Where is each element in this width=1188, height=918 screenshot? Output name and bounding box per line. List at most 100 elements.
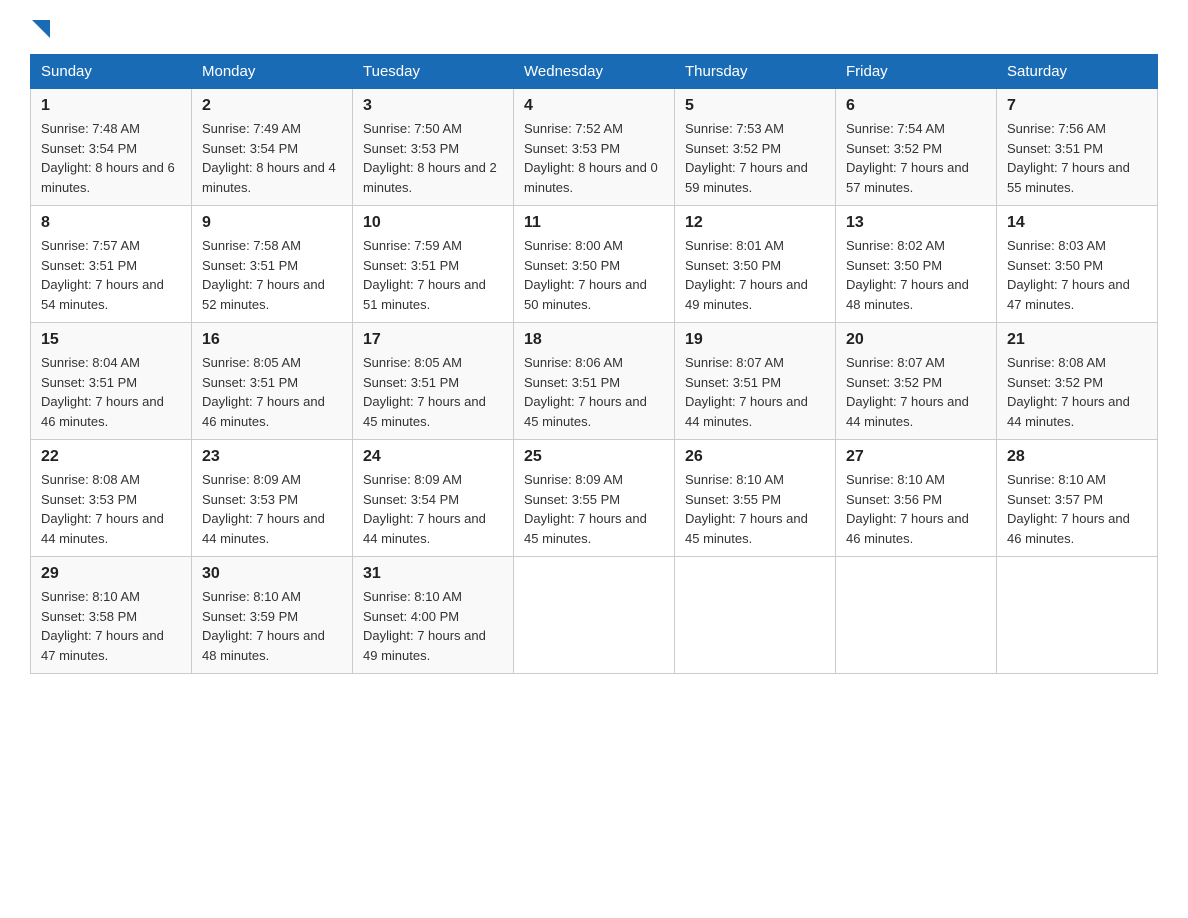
header-friday: Friday <box>836 55 997 89</box>
calendar-cell: 23 Sunrise: 8:09 AMSunset: 3:53 PMDayligh… <box>192 440 353 557</box>
week-row-3: 15 Sunrise: 8:04 AMSunset: 3:51 PMDayligh… <box>31 323 1158 440</box>
day-number: 13 <box>846 214 986 232</box>
day-info: Sunrise: 7:58 AMSunset: 3:51 PMDaylight:… <box>202 236 342 314</box>
calendar-cell: 5Sunrise: 7:53 AMSunset: 3:52 PMDaylight… <box>675 89 836 206</box>
calendar-cell: 31 Sunrise: 8:10 AMSunset: 4:00 PMDayligh… <box>353 557 514 674</box>
day-info: Sunrise: 8:09 AMSunset: 3:53 PMDaylight:… <box>202 470 342 548</box>
week-row-4: 22 Sunrise: 8:08 AMSunset: 3:53 PMDayligh… <box>31 440 1158 557</box>
calendar-cell: 25 Sunrise: 8:09 AMSunset: 3:55 PMDayligh… <box>514 440 675 557</box>
calendar-cell: 22 Sunrise: 8:08 AMSunset: 3:53 PMDayligh… <box>31 440 192 557</box>
day-info: Sunrise: 8:10 AMSunset: 3:59 PMDaylight:… <box>202 587 342 665</box>
day-number: 18 <box>524 331 664 349</box>
day-number: 1 <box>41 97 181 115</box>
day-number: 10 <box>363 214 503 232</box>
calendar-cell: 17 Sunrise: 8:05 AMSunset: 3:51 PMDayligh… <box>353 323 514 440</box>
day-info: Sunrise: 8:03 AMSunset: 3:50 PMDaylight:… <box>1007 236 1147 314</box>
day-number: 17 <box>363 331 503 349</box>
day-info: Sunrise: 8:10 AMSunset: 4:00 PMDaylight:… <box>363 587 503 665</box>
day-info: Sunrise: 7:59 AMSunset: 3:51 PMDaylight:… <box>363 236 503 314</box>
calendar-cell: 19Sunrise: 8:07 AMSunset: 3:51 PMDayligh… <box>675 323 836 440</box>
day-number: 7 <box>1007 97 1147 115</box>
header-monday: Monday <box>192 55 353 89</box>
calendar-cell: 30Sunrise: 8:10 AMSunset: 3:59 PMDayligh… <box>192 557 353 674</box>
day-info: Sunrise: 8:00 AMSunset: 3:50 PMDaylight:… <box>524 236 664 314</box>
day-info: Sunrise: 7:54 AMSunset: 3:52 PMDaylight:… <box>846 119 986 197</box>
day-number: 12 <box>685 214 825 232</box>
day-number: 27 <box>846 448 986 466</box>
day-number: 31 <box>363 565 503 583</box>
calendar-cell: 26 Sunrise: 8:10 AMSunset: 3:55 PMDayligh… <box>675 440 836 557</box>
header-wednesday: Wednesday <box>514 55 675 89</box>
day-number: 20 <box>846 331 986 349</box>
calendar-cell <box>836 557 997 674</box>
calendar-cell: 9 Sunrise: 7:58 AMSunset: 3:51 PMDaylight… <box>192 206 353 323</box>
calendar-cell: 14 Sunrise: 8:03 AMSunset: 3:50 PMDayligh… <box>997 206 1158 323</box>
day-info: Sunrise: 8:08 AMSunset: 3:52 PMDaylight:… <box>1007 353 1147 431</box>
day-number: 23 <box>202 448 342 466</box>
day-info: Sunrise: 7:53 AMSunset: 3:52 PMDaylight:… <box>685 119 825 197</box>
day-info: Sunrise: 8:06 AMSunset: 3:51 PMDaylight:… <box>524 353 664 431</box>
header-saturday: Saturday <box>997 55 1158 89</box>
day-info: Sunrise: 7:48 AMSunset: 3:54 PMDaylight:… <box>41 119 181 197</box>
calendar-cell: 4 Sunrise: 7:52 AMSunset: 3:53 PMDaylight… <box>514 89 675 206</box>
day-number: 28 <box>1007 448 1147 466</box>
day-number: 29 <box>41 565 181 583</box>
calendar-cell: 1 Sunrise: 7:48 AMSunset: 3:54 PMDaylight… <box>31 89 192 206</box>
day-info: Sunrise: 8:09 AMSunset: 3:54 PMDaylight:… <box>363 470 503 548</box>
week-row-1: 1 Sunrise: 7:48 AMSunset: 3:54 PMDaylight… <box>31 89 1158 206</box>
calendar-cell: 12 Sunrise: 8:01 AMSunset: 3:50 PMDayligh… <box>675 206 836 323</box>
day-info: Sunrise: 8:10 AMSunset: 3:56 PMDaylight:… <box>846 470 986 548</box>
day-info: Sunrise: 8:08 AMSunset: 3:53 PMDaylight:… <box>41 470 181 548</box>
day-info: Sunrise: 8:10 AMSunset: 3:55 PMDaylight:… <box>685 470 825 548</box>
day-number: 25 <box>524 448 664 466</box>
day-number: 14 <box>1007 214 1147 232</box>
calendar-cell: 8 Sunrise: 7:57 AMSunset: 3:51 PMDaylight… <box>31 206 192 323</box>
calendar-cell: 16 Sunrise: 8:05 AMSunset: 3:51 PMDayligh… <box>192 323 353 440</box>
calendar-cell: 3Sunrise: 7:50 AMSunset: 3:53 PMDaylight… <box>353 89 514 206</box>
day-info: Sunrise: 8:04 AMSunset: 3:51 PMDaylight:… <box>41 353 181 431</box>
day-info: Sunrise: 8:05 AMSunset: 3:51 PMDaylight:… <box>202 353 342 431</box>
day-number: 26 <box>685 448 825 466</box>
logo <box>30 20 51 36</box>
day-number: 16 <box>202 331 342 349</box>
day-number: 2 <box>202 97 342 115</box>
day-number: 8 <box>41 214 181 232</box>
day-info: Sunrise: 7:52 AMSunset: 3:53 PMDaylight:… <box>524 119 664 197</box>
day-info: Sunrise: 8:10 AMSunset: 3:58 PMDaylight:… <box>41 587 181 665</box>
calendar-cell <box>675 557 836 674</box>
calendar-cell: 13 Sunrise: 8:02 AMSunset: 3:50 PMDayligh… <box>836 206 997 323</box>
day-info: Sunrise: 8:05 AMSunset: 3:51 PMDaylight:… <box>363 353 503 431</box>
calendar-cell: 18 Sunrise: 8:06 AMSunset: 3:51 PMDayligh… <box>514 323 675 440</box>
calendar-table: SundayMondayTuesdayWednesdayThursdayFrid… <box>30 54 1158 674</box>
day-info: Sunrise: 8:07 AMSunset: 3:52 PMDaylight:… <box>846 353 986 431</box>
calendar-cell: 27 Sunrise: 8:10 AMSunset: 3:56 PMDayligh… <box>836 440 997 557</box>
day-number: 19 <box>685 331 825 349</box>
week-row-5: 29 Sunrise: 8:10 AMSunset: 3:58 PMDayligh… <box>31 557 1158 674</box>
day-number: 9 <box>202 214 342 232</box>
calendar-cell: 15 Sunrise: 8:04 AMSunset: 3:51 PMDayligh… <box>31 323 192 440</box>
calendar-cell: 2 Sunrise: 7:49 AMSunset: 3:54 PMDaylight… <box>192 89 353 206</box>
day-info: Sunrise: 7:49 AMSunset: 3:54 PMDaylight:… <box>202 119 342 197</box>
page-header <box>30 20 1158 36</box>
day-number: 15 <box>41 331 181 349</box>
day-number: 22 <box>41 448 181 466</box>
calendar-cell: 20 Sunrise: 8:07 AMSunset: 3:52 PMDayligh… <box>836 323 997 440</box>
calendar-header-row: SundayMondayTuesdayWednesdayThursdayFrid… <box>31 55 1158 89</box>
header-thursday: Thursday <box>675 55 836 89</box>
day-info: Sunrise: 8:01 AMSunset: 3:50 PMDaylight:… <box>685 236 825 314</box>
logo-triangle-icon <box>32 20 50 38</box>
header-tuesday: Tuesday <box>353 55 514 89</box>
day-number: 21 <box>1007 331 1147 349</box>
day-number: 24 <box>363 448 503 466</box>
calendar-cell: 7Sunrise: 7:56 AMSunset: 3:51 PMDaylight… <box>997 89 1158 206</box>
day-info: Sunrise: 7:57 AMSunset: 3:51 PMDaylight:… <box>41 236 181 314</box>
day-number: 6 <box>846 97 986 115</box>
day-info: Sunrise: 8:09 AMSunset: 3:55 PMDaylight:… <box>524 470 664 548</box>
calendar-cell: 6 Sunrise: 7:54 AMSunset: 3:52 PMDaylight… <box>836 89 997 206</box>
day-info: Sunrise: 7:50 AMSunset: 3:53 PMDaylight:… <box>363 119 503 197</box>
calendar-cell: 10 Sunrise: 7:59 AMSunset: 3:51 PMDayligh… <box>353 206 514 323</box>
day-info: Sunrise: 8:02 AMSunset: 3:50 PMDaylight:… <box>846 236 986 314</box>
calendar-cell: 28 Sunrise: 8:10 AMSunset: 3:57 PMDayligh… <box>997 440 1158 557</box>
day-number: 4 <box>524 97 664 115</box>
day-info: Sunrise: 8:10 AMSunset: 3:57 PMDaylight:… <box>1007 470 1147 548</box>
